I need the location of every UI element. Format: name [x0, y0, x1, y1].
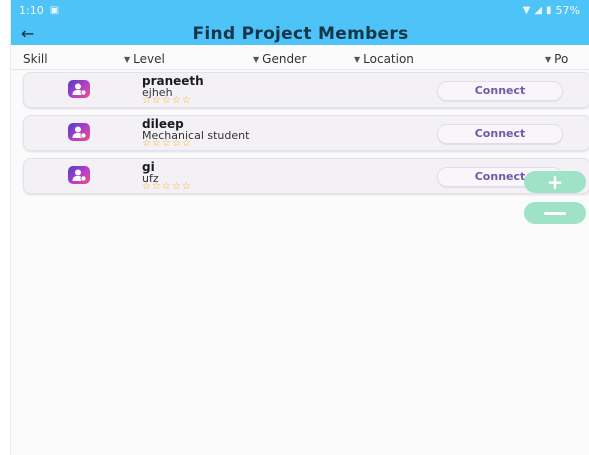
status-bar: 1:10 ▣ ▼ ◢ ▮ 57% [11, 0, 589, 20]
member-card: gi ufz ☆☆☆☆☆ Connect [23, 158, 589, 194]
title-row: ← Find Project Members [11, 22, 589, 45]
filter-divider [11, 69, 589, 70]
filter-bar: Skill ▼ Level ▼ Gender ▼ Location ▼ Po [11, 52, 589, 68]
filter-gender[interactable]: ▼ Gender [253, 52, 306, 66]
member-card: praneeth ejheh ☆☆☆☆☆ Connect [23, 72, 589, 108]
filter-level-label: Level [133, 52, 165, 66]
filter-position[interactable]: ▼ Po [545, 52, 568, 66]
user-avatar-icon [68, 166, 90, 184]
member-rating-stars: ☆☆☆☆☆ [142, 95, 192, 106]
status-time: 1:10 [19, 3, 44, 17]
battery-icon: ▮ [546, 4, 552, 16]
filter-level[interactable]: ▼ Level [124, 52, 165, 66]
app-screen: 1:10 ▣ ▼ ◢ ▮ 57% ← Find Project Members … [10, 0, 589, 455]
minus-icon [544, 211, 566, 215]
connect-button[interactable]: Connect [437, 124, 563, 144]
plus-icon: + [546, 170, 564, 194]
filter-gender-label: Gender [262, 52, 307, 66]
filter-position-label: Po [554, 52, 569, 66]
zoom-in-button[interactable]: + [524, 170, 586, 194]
member-card: dileep Mechanical student ☆☆☆☆☆ Connect [23, 115, 589, 151]
app-bar: 1:10 ▣ ▼ ◢ ▮ 57% ← Find Project Members [11, 0, 589, 45]
filter-location-label: Location [363, 52, 414, 66]
caret-down-icon: ▼ [124, 54, 131, 64]
caret-down-icon: ▼ [545, 54, 552, 64]
battery-percent: 57% [555, 3, 580, 17]
page-title: Find Project Members [192, 23, 409, 44]
wifi-icon: ▼ [522, 4, 531, 16]
gallery-icon: ▣ [49, 4, 60, 16]
caret-down-icon: ▼ [253, 54, 260, 64]
user-avatar-icon [68, 80, 90, 98]
member-rating-stars: ☆☆☆☆☆ [142, 181, 192, 192]
user-avatar-icon [68, 123, 90, 141]
signal-icon: ◢ [534, 4, 543, 16]
filter-skill-label: Skill [23, 52, 48, 66]
filter-skill[interactable]: Skill [23, 52, 48, 66]
filter-location[interactable]: ▼ Location [354, 52, 414, 66]
zoom-out-button[interactable] [524, 202, 586, 224]
connect-button[interactable]: Connect [437, 81, 563, 101]
caret-down-icon: ▼ [354, 54, 361, 64]
member-rating-stars: ☆☆☆☆☆ [142, 138, 192, 149]
